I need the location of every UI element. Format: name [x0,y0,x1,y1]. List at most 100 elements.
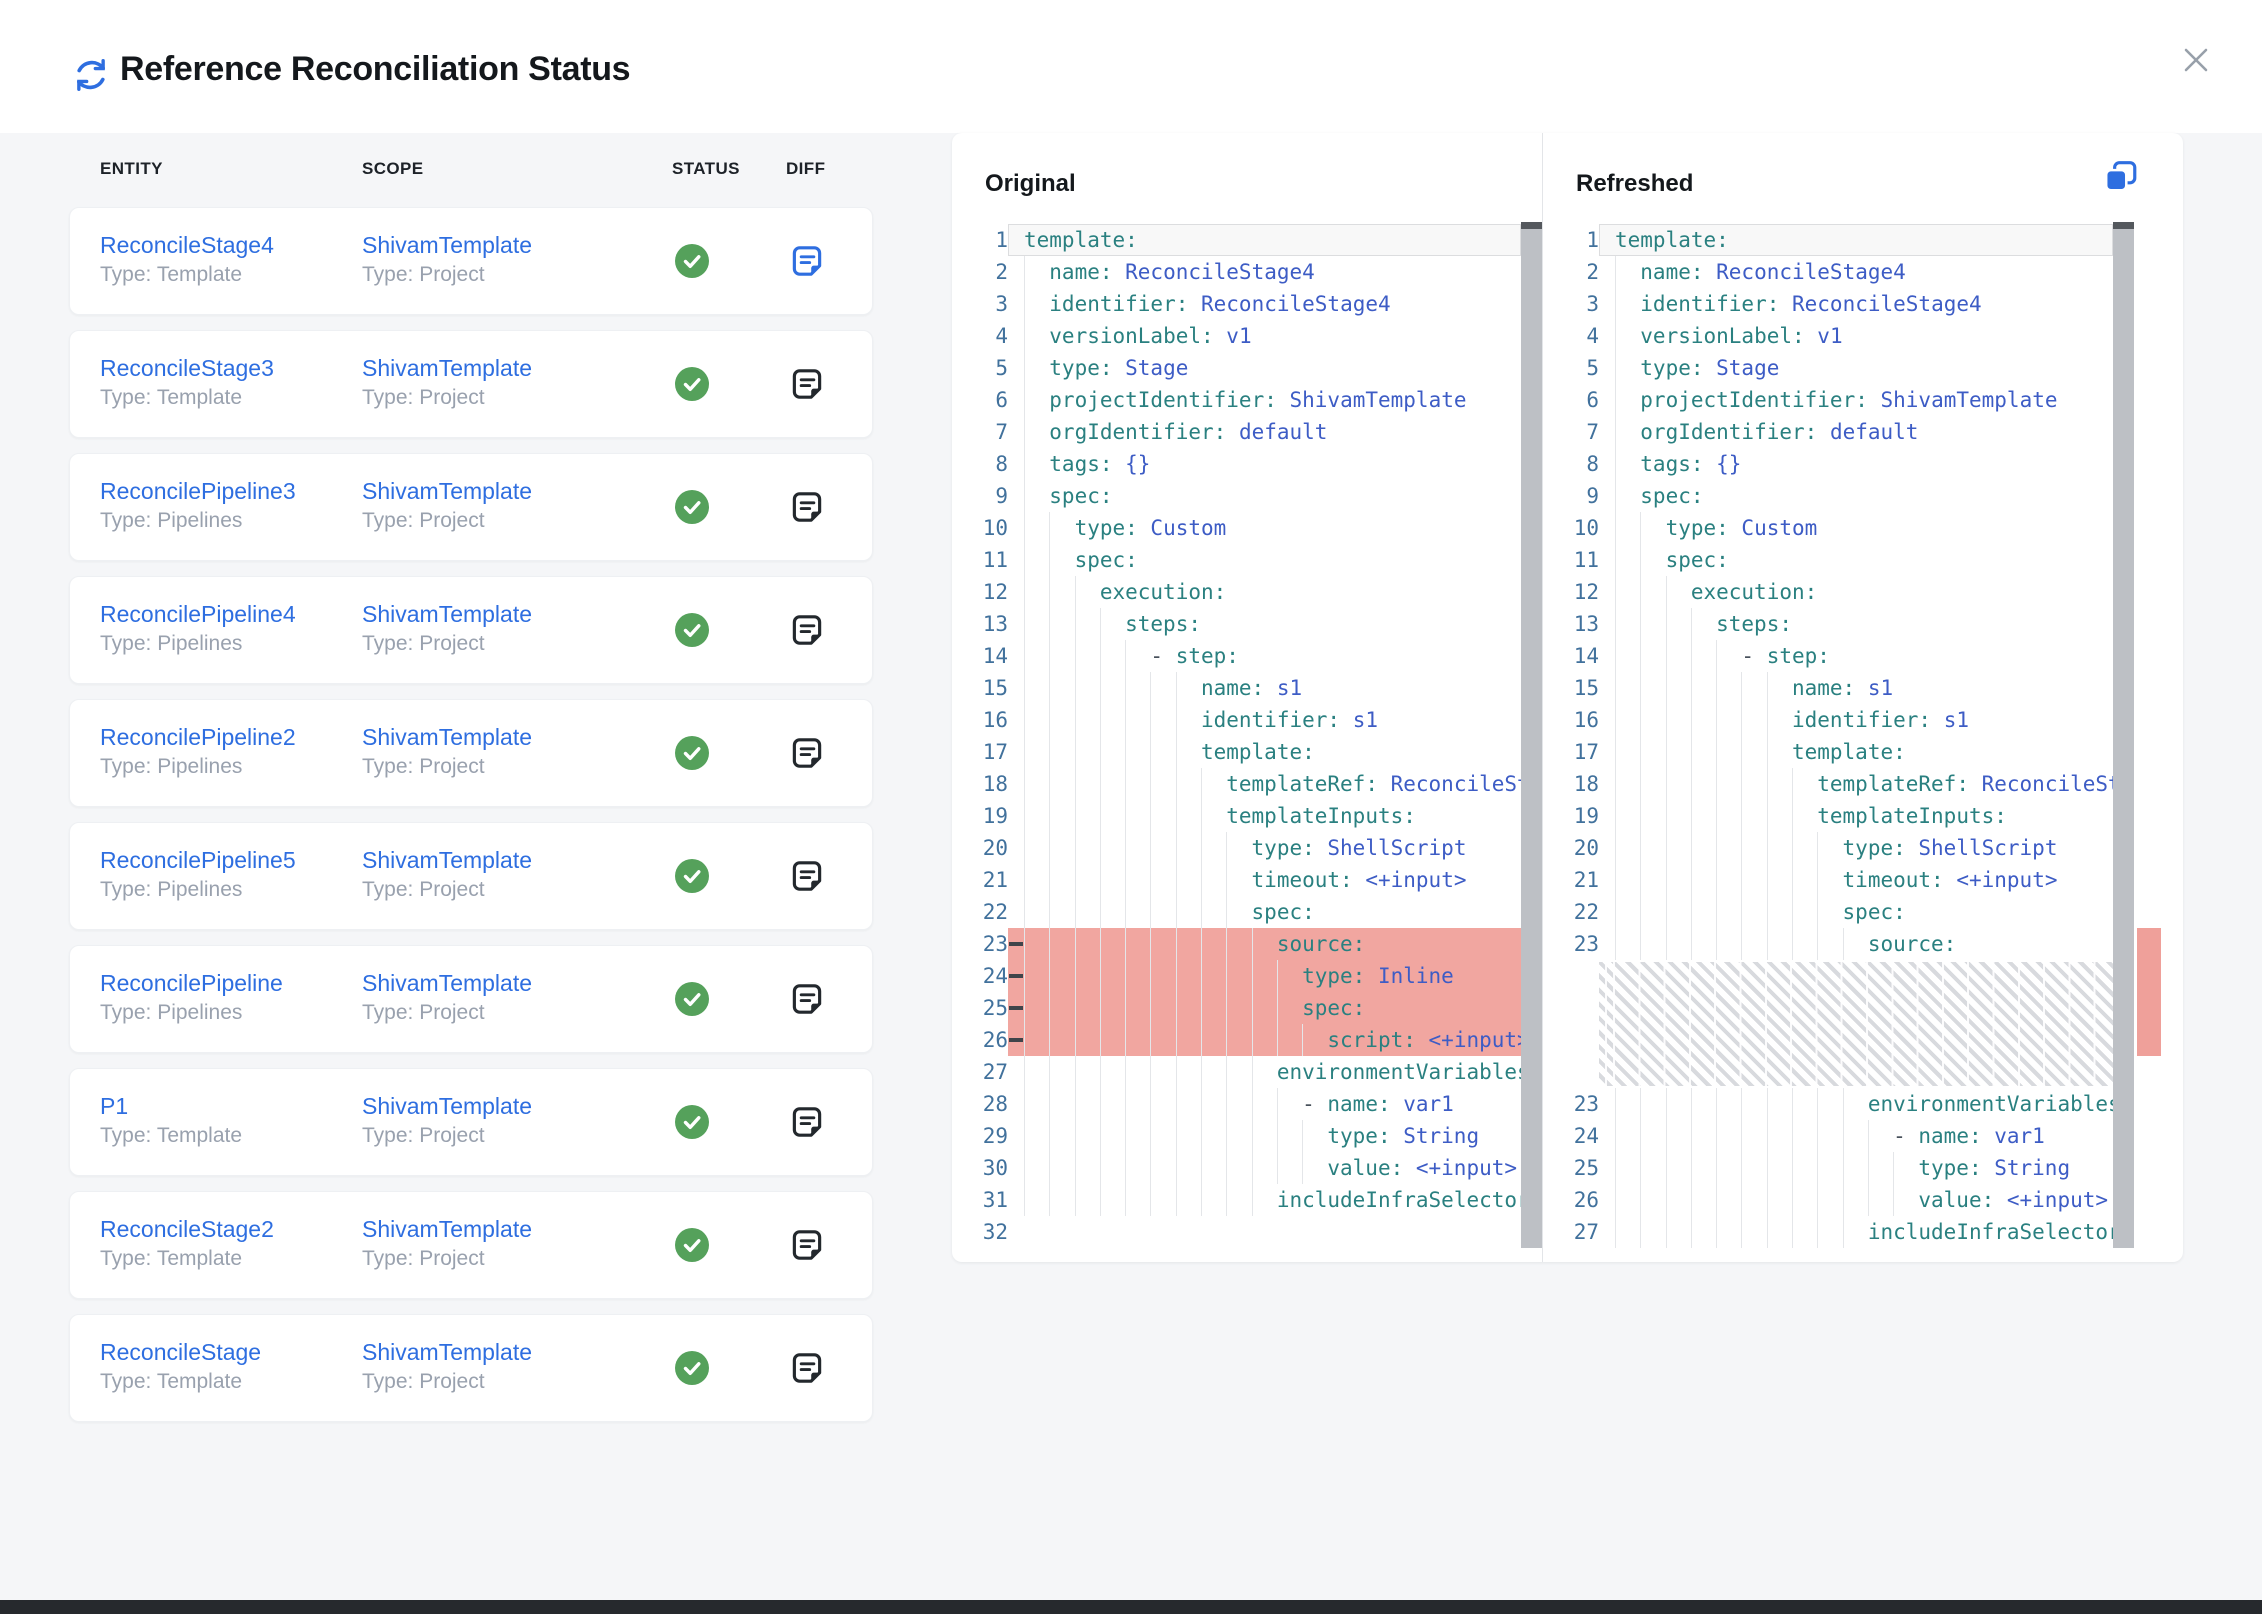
copy-icon[interactable] [2103,159,2139,195]
scope-cell: ShivamTemplateType: Project [362,1214,532,1273]
entity-name[interactable]: ReconcileStage2 [100,1214,274,1244]
entity-name[interactable]: ReconcilePipeline5 [100,845,296,875]
table-row[interactable]: ReconcilePipeline4Type: Pipelines ShivamT… [69,576,873,684]
code-line: 18templateRef: ReconcileStep [1543,768,2113,800]
table-row[interactable]: ReconcileStage4Type: TemplateShivamTempl… [69,207,873,315]
status-badge [675,367,709,401]
entity-type: Type: Pipelines [100,629,296,658]
diff-note-icon[interactable] [787,733,827,773]
close-icon[interactable] [2178,42,2214,78]
code-line: 25type: String [1543,1152,2113,1184]
code-line: 17template: [952,736,1521,768]
code-line: 24- name: var1 [1543,1120,2113,1152]
scope-name[interactable]: ShivamTemplate [362,722,532,752]
entity-table-rows: ReconcileStage4Type: TemplateShivamTempl… [69,207,873,1422]
entity-name[interactable]: ReconcileStage4 [100,230,274,260]
reference-reconciliation-dialog: Reference Reconciliation Status ENTITY S… [0,0,2262,1614]
entity-name[interactable]: ReconcileStage [100,1337,261,1367]
table-row[interactable]: ReconcilePipeline2Type: PipelinesShivamT… [69,699,873,807]
code-line: 10type: Custom [1543,512,2113,544]
line-number: 26 [952,1024,1008,1056]
refreshed-scrollbar[interactable] [2113,222,2134,1248]
diff-note-icon[interactable] [787,856,827,896]
code-line: 19templateInputs: [952,800,1521,832]
diff-note-icon[interactable] [787,1348,827,1388]
scope-name[interactable]: ShivamTemplate [362,1214,532,1244]
diff-note-icon[interactable] [787,241,827,281]
code-line: 20type: ShellScript [952,832,1521,864]
line-number: 25 [952,992,1008,1024]
scope-cell: ShivamTemplateType: Project [362,845,532,904]
code-line: 21timeout: <+input> [952,864,1521,896]
column-header-diff: DIFF [786,159,825,179]
table-row[interactable]: ReconcileStageType: TemplateShivamTempla… [69,1314,873,1422]
entity-name[interactable]: ReconcilePipeline3 [100,476,296,506]
line-number: 32 [952,1216,1008,1248]
diff-note-icon[interactable] [787,979,827,1019]
diff-note-icon[interactable] [787,364,827,404]
scope-name[interactable]: ShivamTemplate [362,845,532,875]
line-number: 4 [1543,320,1599,352]
entity-cell: ReconcileStage3Type: Template [100,353,274,412]
line-number: 6 [1543,384,1599,416]
code-line: 13steps: [952,608,1521,640]
scope-name[interactable]: ShivamTemplate [362,599,532,629]
diff-note-icon[interactable] [787,1225,827,1265]
code-line: 6projectIdentifier: ShivamTemplate [1543,384,2113,416]
line-number: 4 [952,320,1008,352]
code-line: 5type: Stage [1543,352,2113,384]
scope-type: Type: Project [362,383,532,412]
scope-name[interactable]: ShivamTemplate [362,1337,532,1367]
line-number: 3 [952,288,1008,320]
scope-cell: ShivamTemplateType: Project [362,1337,532,1396]
original-scrollbar[interactable] [1521,222,1542,1248]
entity-name[interactable]: ReconcilePipeline [100,968,283,998]
entity-name[interactable]: ReconcilePipeline2 [100,722,296,752]
entity-cell: ReconcilePipelineType: Pipelines [100,968,283,1027]
code-line: 9spec: [952,480,1521,512]
table-row[interactable]: ReconcilePipeline3Type: PipelinesShivamT… [69,453,873,561]
scope-type: Type: Project [362,1121,532,1150]
diff-note-icon[interactable] [787,610,827,650]
refreshed-panel: Refreshed 1template:2name: ReconcileStag… [1543,133,2183,1262]
entity-type: Type: Pipelines [100,998,283,1027]
line-number: 26 [1543,1184,1599,1216]
status-badge [675,613,709,647]
scope-cell: ShivamTemplateType: Project [362,722,532,781]
code-line: 23environmentVariables: [1543,1088,2113,1120]
scope-type: Type: Project [362,752,532,781]
table-row[interactable]: ReconcileStage2Type: Template ShivamTempl… [69,1191,873,1299]
line-number: 16 [952,704,1008,736]
line-number: 1 [1543,224,1599,256]
code-line: 23source: [952,928,1521,960]
table-row[interactable]: ReconcilePipelineType: Pipelines ShivamTe… [69,945,873,1053]
line-number: 24 [952,960,1008,992]
table-row[interactable]: ReconcilePipeline5Type: PipelinesShivamT… [69,822,873,930]
code-line: 8tags: {} [1543,448,2113,480]
entity-name[interactable]: ReconcileStage3 [100,353,274,383]
line-number: 20 [1543,832,1599,864]
table-row[interactable]: P1Type: TemplateShivamTemplateType: Proj… [69,1068,873,1176]
entity-name[interactable]: P1 [100,1091,242,1121]
code-line: 30value: <+input> [952,1152,1521,1184]
scope-name[interactable]: ShivamTemplate [362,1091,532,1121]
entity-cell: ReconcileStage2Type: Template [100,1214,274,1273]
success-check-icon [675,859,709,893]
line-number: 18 [952,768,1008,800]
scope-type: Type: Project [362,1244,532,1273]
scope-type: Type: Project [362,260,532,289]
scope-name[interactable]: ShivamTemplate [362,353,532,383]
removed-line-marker [1009,1038,1023,1042]
diff-note-icon[interactable] [787,1102,827,1142]
status-badge [675,736,709,770]
entity-name[interactable]: ReconcilePipeline4 [100,599,296,629]
collapsed-removed-region [1599,962,2113,1086]
table-row[interactable]: ReconcileStage3Type: Template ShivamTempl… [69,330,873,438]
scope-name[interactable]: ShivamTemplate [362,230,532,260]
diff-note-icon[interactable] [787,487,827,527]
line-number: 22 [952,896,1008,928]
scope-name[interactable]: ShivamTemplate [362,968,532,998]
success-check-icon [675,982,709,1016]
scope-name[interactable]: ShivamTemplate [362,476,532,506]
line-number: 21 [1543,864,1599,896]
